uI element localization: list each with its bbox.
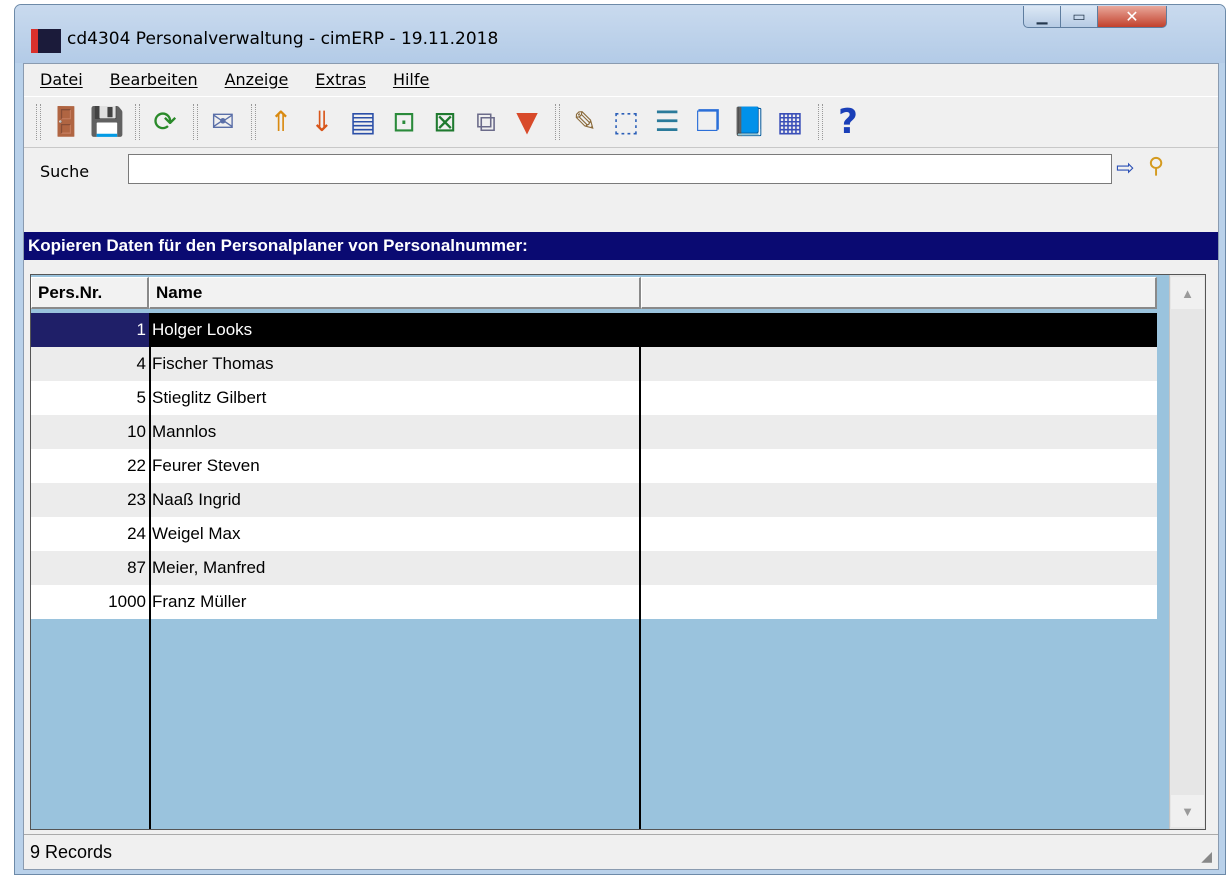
table-row[interactable]: 23 Naaß Ingrid [31, 483, 1157, 517]
copy-icon[interactable]: ⧉ [467, 102, 505, 142]
cell-pers-nr: 4 [136, 354, 146, 373]
cell-extra [641, 381, 1157, 415]
cell-extra [641, 347, 1157, 381]
toolbar-separator [135, 104, 140, 140]
maximize-button[interactable]: ▭ [1060, 6, 1098, 28]
column-header-name[interactable]: Name [149, 277, 641, 309]
cell-pers-nr: 24 [127, 524, 146, 543]
cell-pers-nr: 10 [127, 422, 146, 441]
record-count: 9 Records [30, 841, 113, 862]
toolbar-grip [36, 104, 41, 140]
minimize-button[interactable]: ▁ [1023, 6, 1061, 28]
close-button[interactable]: ✕ [1097, 6, 1167, 28]
vertical-scrollbar[interactable]: ▲ ▼ [1169, 275, 1205, 829]
table-row[interactable]: 1000 Franz Müller [31, 585, 1157, 619]
cell-name: Holger Looks [152, 320, 253, 339]
cell-extra [641, 551, 1157, 585]
column-header-pers-nr[interactable]: Pers.Nr. [31, 277, 149, 309]
cell-name: Mannlos [152, 422, 217, 441]
table-row[interactable]: 22 Feurer Steven [31, 449, 1157, 483]
toolbar: 🚪 💾 ⟳ ✉ ⇑ ⇓ ▤ ⊡ ⊠ ⧉ ▼ ✎ ⬚ ☰ ❐ 📘 ▦ ? [24, 96, 1218, 148]
menu-hilfe[interactable]: Hilfe [393, 70, 429, 89]
toolbar-separator [818, 104, 823, 140]
excel-export-icon[interactable]: ⊠ [426, 102, 464, 142]
app-window: cd4304 Personalverwaltung - cimERP - 19.… [14, 4, 1226, 875]
table-row[interactable]: 24 Weigel Max [31, 517, 1157, 551]
toolbar-separator [193, 104, 198, 140]
list-heading: Kopieren Daten für den Personalplaner vo… [24, 232, 1218, 260]
edit-record-icon[interactable]: ✎ [566, 102, 604, 142]
filter-icon[interactable]: ▼ [508, 102, 546, 142]
table-row[interactable]: 4 Fischer Thomas [31, 347, 1157, 381]
cell-pers-nr: 87 [127, 558, 146, 577]
sort-descending-icon[interactable]: ⇓ [303, 102, 341, 142]
save-icon[interactable]: 💾 [88, 102, 126, 142]
cell-extra [641, 585, 1157, 619]
select-area-icon[interactable]: ⬚ [607, 102, 645, 142]
calendar-grid-icon[interactable]: ▦ [771, 102, 809, 142]
menu-bearbeiten[interactable]: Bearbeiten [110, 70, 198, 89]
cell-name: Feurer Steven [152, 456, 260, 475]
help-icon[interactable]: ? [829, 102, 867, 142]
table-body: 1 Holger Looks 4 Fischer Thomas 5 Stieglitz G… [31, 313, 1157, 619]
table-row[interactable]: 5 Stieglitz Gilbert [31, 381, 1157, 415]
cell-extra [641, 415, 1157, 449]
records-table[interactable]: Pers.Nr. Name 1 Holger Looks 4 Fischer Thom… [30, 274, 1206, 830]
cell-pers-nr: 22 [127, 456, 146, 475]
table-header: Pers.Nr. Name [31, 275, 1157, 311]
list-transfer-icon[interactable]: ☰ [648, 102, 686, 142]
app-logo-icon [31, 29, 61, 53]
title-bar[interactable]: cd4304 Personalverwaltung - cimERP - 19.… [15, 5, 1225, 63]
arrow-right-icon[interactable]: ⇨ [1116, 156, 1134, 181]
cell-name: Fischer Thomas [152, 354, 274, 373]
number-format-icon[interactable]: ▤ [344, 102, 382, 142]
table-row[interactable]: 1 Holger Looks [31, 313, 1157, 347]
cell-name: Naaß Ingrid [152, 490, 241, 509]
cell-name: Stieglitz Gilbert [152, 388, 267, 407]
column-divider [639, 313, 641, 829]
book-icon[interactable]: 📘 [730, 102, 768, 142]
column-divider [149, 313, 151, 829]
toolbar-separator [251, 104, 256, 140]
exit-door-icon[interactable]: 🚪 [47, 102, 85, 142]
cell-extra [641, 517, 1157, 551]
magnifier-icon[interactable]: ⚲ [1148, 154, 1164, 179]
cell-name: Franz Müller [152, 592, 247, 611]
cell-name: Weigel Max [152, 524, 241, 543]
menu-anzeige[interactable]: Anzeige [225, 70, 289, 89]
client-area: Datei Bearbeiten Anzeige Extras Hilfe 🚪 … [23, 63, 1219, 870]
resize-grip-icon[interactable]: ◢ [1201, 848, 1212, 865]
menu-datei[interactable]: Datei [40, 70, 83, 89]
window-title: cd4304 Personalverwaltung - cimERP - 19.… [67, 29, 499, 49]
cell-pers-nr: 23 [127, 490, 146, 509]
cell-pers-nr: 1000 [108, 592, 146, 611]
column-header-extra[interactable] [641, 277, 1157, 309]
search-label: Suche [40, 162, 90, 181]
windows-icon[interactable]: ❐ [689, 102, 727, 142]
cell-name: Meier, Manfred [152, 558, 266, 577]
cell-pers-nr: 1 [31, 313, 149, 347]
sort-ascending-icon[interactable]: ⇑ [262, 102, 300, 142]
export-icon[interactable]: ⊡ [385, 102, 423, 142]
refresh-icon[interactable]: ⟳ [146, 102, 184, 142]
search-input[interactable] [128, 154, 1112, 184]
cell-extra [641, 449, 1157, 483]
scroll-down-icon[interactable]: ▼ [1171, 795, 1204, 827]
status-bar: 9 Records ◢ [24, 834, 1218, 869]
menu-extras[interactable]: Extras [315, 70, 366, 89]
table-row[interactable]: 87 Meier, Manfred [31, 551, 1157, 585]
mail-icon[interactable]: ✉ [204, 102, 242, 142]
cell-extra [641, 483, 1157, 517]
cell-pers-nr: 5 [136, 388, 146, 407]
cell-extra [641, 313, 1157, 347]
table-row[interactable]: 10 Mannlos [31, 415, 1157, 449]
menu-bar: Datei Bearbeiten Anzeige Extras Hilfe [24, 64, 1218, 94]
search-bar: Suche ⇨ ⚲ [24, 148, 1218, 194]
scroll-up-icon[interactable]: ▲ [1171, 277, 1204, 309]
toolbar-separator [555, 104, 560, 140]
